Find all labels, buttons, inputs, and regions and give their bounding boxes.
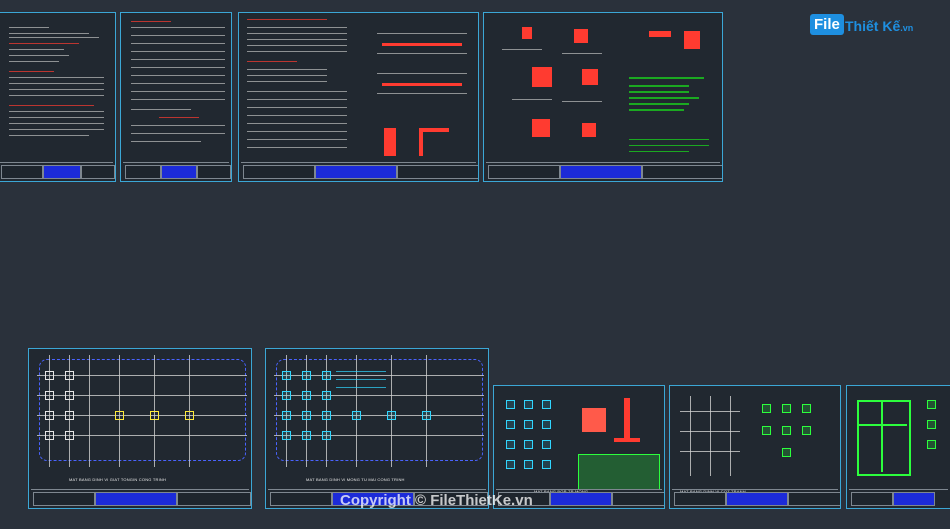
drawing-sheet-4[interactable] — [483, 12, 723, 182]
sheet-caption: MAT BANG DINH VI MONG TU MAI CONG TRINH — [306, 477, 405, 482]
green-detail — [925, 396, 945, 476]
sheet-title-block — [672, 489, 840, 506]
sheet-title-block — [123, 162, 231, 179]
footing-detail — [574, 394, 659, 454]
detail-cluster-left — [492, 19, 622, 159]
site-logo[interactable]: File Thiết Kế.vn — [810, 14, 920, 42]
drawing-sheet-8[interactable]: MAT BANG DINH VI COT TRANH — [669, 385, 841, 509]
sheet-title-block — [849, 489, 948, 506]
logo-file-text: File — [810, 14, 844, 35]
drawing-sheet-3[interactable] — [238, 12, 479, 182]
rebar-schedule-table — [578, 454, 660, 490]
sheet-text-block — [247, 19, 355, 159]
drawing-sheet-5[interactable]: MAT BANG DINH VI GIAT TONGIN CONG TRINH — [28, 348, 252, 509]
column-plan — [680, 396, 740, 476]
drawing-sheet-1[interactable] — [0, 12, 116, 182]
sheet-title-block — [486, 162, 722, 179]
drawing-sheet-2[interactable] — [120, 12, 232, 182]
rebar-detail-3 — [379, 118, 459, 163]
sheet-text-block — [9, 27, 109, 137]
green-frame-plan — [857, 400, 917, 480]
drawing-sheet-9[interactable] — [846, 385, 950, 509]
detail-cluster-right — [629, 19, 719, 159]
sheet-table — [131, 21, 225, 142]
sheet-title-block — [241, 162, 478, 179]
rebar-detail-1 — [377, 23, 467, 63]
pile-plan — [504, 396, 568, 476]
rebar-detail-2 — [377, 65, 467, 105]
drawing-sheet-6[interactable]: MAT BANG DINH VI MONG TU MAI CONG TRINH — [265, 348, 489, 509]
column-details — [752, 396, 834, 476]
copyright-watermark: Copyright © FileThietKe.vn — [340, 492, 533, 509]
logo-brand-text: Thiết Kế.vn — [845, 18, 914, 34]
sheet-title-block — [31, 489, 251, 506]
drawing-sheet-7[interactable]: MAT BANG BOR TR MONG — [493, 385, 665, 509]
sheet-caption: MAT BANG DINH VI GIAT TONGIN CONG TRINH — [69, 477, 167, 482]
sheet-title-block — [0, 162, 115, 179]
